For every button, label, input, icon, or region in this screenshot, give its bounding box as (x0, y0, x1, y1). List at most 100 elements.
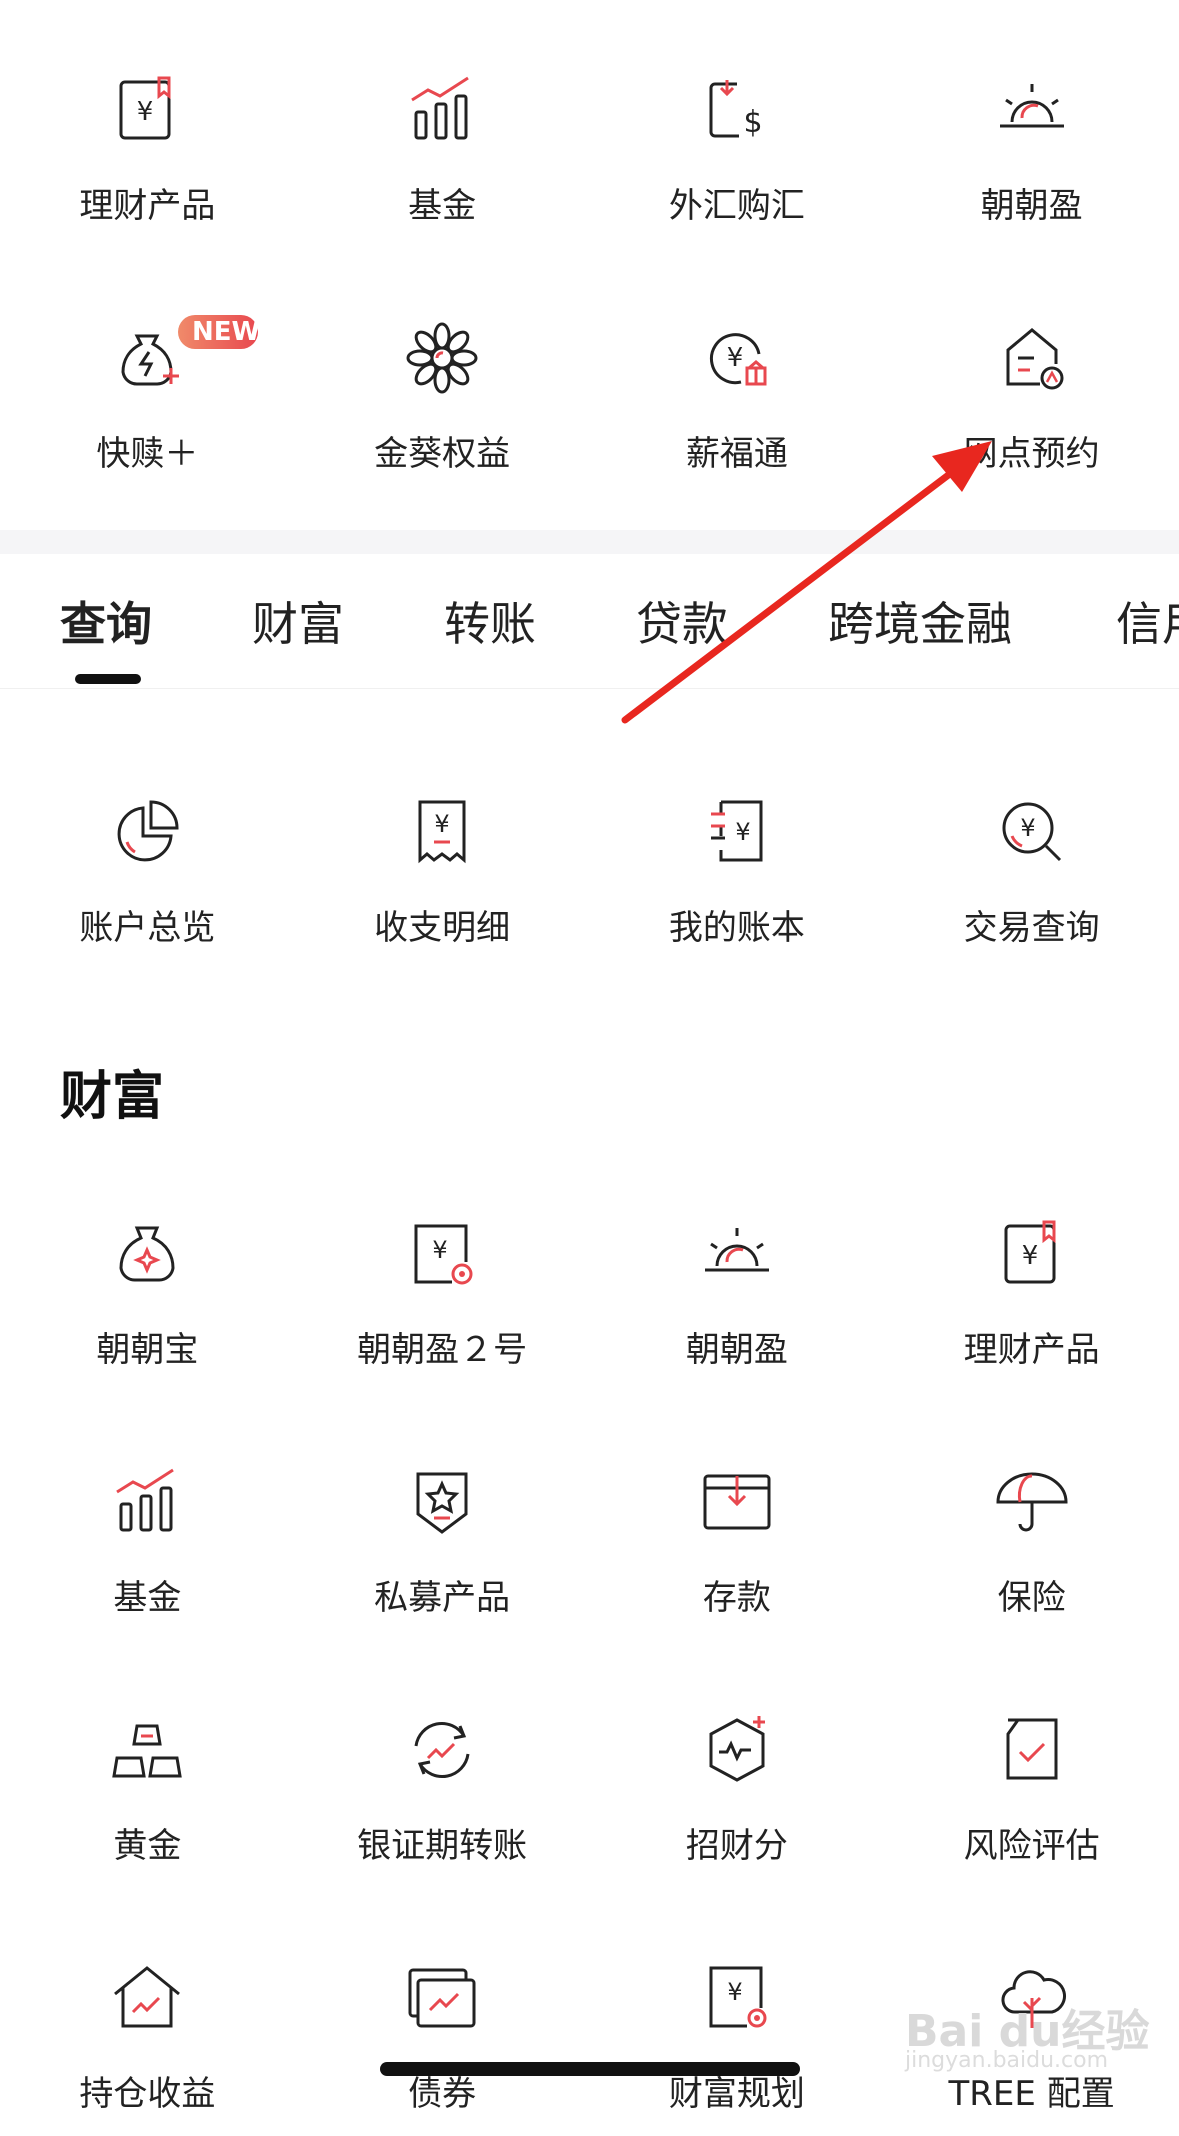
wealth-item-label: 朝朝宝 (96, 1330, 199, 1370)
planning-doc-icon: ¥ (697, 1958, 777, 2038)
wealth-item[interactable]: 基金 (0, 1392, 295, 1640)
salary-icon: ¥ (697, 318, 777, 398)
shortcut-label: 金葵权益 (374, 434, 511, 474)
money-bag-icon (107, 1214, 187, 1294)
home-indicator[interactable] (380, 2062, 800, 2076)
sunrise-icon (697, 1214, 777, 1294)
tab-loan[interactable]: 贷款 (636, 588, 728, 654)
wealth-item[interactable]: 朝朝宝 (0, 1144, 295, 1392)
query-income-expense[interactable]: ¥ 收支明细 (295, 722, 590, 970)
wealth-item-label: 朝朝盈２号 (357, 1330, 528, 1370)
wealth-item-label: 朝朝盈 (685, 1330, 788, 1370)
wealth-item-label: 存款 (702, 1578, 771, 1618)
tab-credit[interactable]: 信用 (1116, 588, 1179, 654)
wealth-item[interactable]: 招财分 (590, 1640, 885, 1888)
wealth-item[interactable]: ¥ 理财产品 (884, 1144, 1179, 1392)
wealth-items: 朝朝宝 ¥ 朝朝盈２号 朝朝盈 ¥ 理财产品 基金 私募产品 存款 保险 黄金 … (0, 1144, 1179, 2136)
section-title-wealth: 财富 (60, 1067, 165, 1127)
shortcut-branch-booking[interactable]: 网点预约 (884, 248, 1179, 496)
shortcut-forex[interactable]: $ 外汇购汇 (590, 0, 885, 248)
wealth-item[interactable]: 私募产品 (295, 1392, 590, 1640)
shortcut-wealth-product[interactable]: ¥ 理财产品 (0, 0, 295, 248)
wealth-item-label: 招财分 (685, 1826, 788, 1866)
svg-text:¥: ¥ (727, 343, 744, 373)
gold-bars-icon (107, 1710, 187, 1790)
wealth-item-label: TREE 配置 (948, 2074, 1115, 2114)
wealth-item-label: 持仓收益 (79, 2074, 216, 2114)
wealth-product-icon: ¥ (107, 70, 187, 150)
query-label: 我的账本 (668, 908, 805, 948)
shortcut-label: 薪福通 (685, 434, 788, 474)
category-tabs: 查询 财富 转账 贷款 跨境金融 信用 (0, 554, 1179, 689)
shortcut-zhaozhaoying[interactable]: 朝朝盈 (884, 0, 1179, 248)
check-doc-icon (992, 1710, 1072, 1790)
shortcut-sunflower[interactable]: 金葵权益 (295, 248, 590, 496)
top-shortcuts-row-2: 快赎＋ 金葵权益 ¥ 薪福通 网点预约 (0, 248, 1179, 496)
wealth-item[interactable]: 朝朝盈 (590, 1144, 885, 1392)
fund-chart-icon (107, 1462, 187, 1542)
top-shortcuts-row-1: ¥ 理财产品 基金 $ 外汇购汇 朝朝盈 (0, 0, 1179, 248)
section-divider (0, 530, 1179, 554)
shortcut-label: 朝朝盈 (980, 186, 1083, 226)
bond-ticket-icon (402, 1958, 482, 2038)
query-label: 收支明细 (374, 908, 511, 948)
wealth-item-label: 理财产品 (963, 1330, 1100, 1370)
svg-text:¥: ¥ (735, 818, 750, 846)
wealth-item-label: 黄金 (113, 1826, 182, 1866)
query-my-ledger[interactable]: ¥ 我的账本 (590, 722, 885, 970)
wealth-item-label: 保险 (997, 1578, 1066, 1618)
branch-booking-icon (992, 318, 1072, 398)
svg-text:¥: ¥ (1021, 1241, 1038, 1271)
tab-cross-border[interactable]: 跨境金融 (828, 588, 1012, 654)
wealth-item[interactable]: ¥ 朝朝盈２号 (295, 1144, 590, 1392)
wealth-item-label: 基金 (113, 1578, 182, 1618)
wealth-item[interactable]: 风险评估 (884, 1640, 1179, 1888)
star-shield-icon (402, 1462, 482, 1542)
hexagon-pulse-icon (697, 1710, 777, 1790)
pie-chart-icon (107, 792, 187, 872)
wealth-item[interactable]: 黄金 (0, 1640, 295, 1888)
svg-text:¥: ¥ (432, 1236, 447, 1264)
shortcut-label: 网点预约 (963, 434, 1100, 474)
wealth-item[interactable]: ¥ 财富规划 (590, 1888, 885, 2136)
wealth-item[interactable]: 银证期转账 (295, 1640, 590, 1888)
active-tab-indicator (75, 674, 141, 684)
quick-redeem-icon (107, 318, 187, 398)
shortcut-fund[interactable]: 基金 (295, 0, 590, 248)
forex-icon: $ (697, 70, 777, 150)
watermark-url: jingyan.baidu.com (905, 2048, 1109, 2073)
tab-wealth[interactable]: 财富 (252, 588, 344, 654)
shortcut-label: 快赎＋ (96, 434, 199, 474)
svg-text:¥: ¥ (727, 1978, 742, 2006)
wealth-product-icon: ¥ (992, 1214, 1072, 1294)
query-items: 账户总览 ¥ 收支明细 ¥ 我的账本 ¥ 交易查询 (0, 722, 1179, 970)
wealth-item[interactable]: 存款 (590, 1392, 885, 1640)
shortcut-salary[interactable]: ¥ 薪福通 (590, 248, 885, 496)
sunrise-icon (992, 70, 1072, 150)
sunflower-icon (402, 318, 482, 398)
tab-query[interactable]: 查询 (60, 588, 152, 654)
shortcut-quick-redeem[interactable]: 快赎＋ (0, 248, 295, 496)
tab-transfer[interactable]: 转账 (444, 588, 536, 654)
svg-text:¥: ¥ (137, 97, 154, 127)
wealth-item[interactable]: 保险 (884, 1392, 1179, 1640)
receipt-icon: ¥ (402, 792, 482, 872)
cycle-arrow-icon (402, 1710, 482, 1790)
deposit-box-icon (697, 1462, 777, 1542)
umbrella-icon (992, 1462, 1072, 1542)
wealth-item-label: 私募产品 (374, 1578, 511, 1618)
wealth-item[interactable]: 持仓收益 (0, 1888, 295, 2136)
wealth-item[interactable]: 债券 (295, 1888, 590, 2136)
search-yuan-icon: ¥ (992, 792, 1072, 872)
yuan-doc-icon: ¥ (402, 1214, 482, 1294)
query-transaction-search[interactable]: ¥ 交易查询 (884, 722, 1179, 970)
wealth-item-label: 银证期转账 (357, 1826, 528, 1866)
shortcut-label: 理财产品 (79, 186, 216, 226)
query-account-overview[interactable]: 账户总览 (0, 722, 295, 970)
wealth-item-label: 风险评估 (963, 1826, 1100, 1866)
new-badge: NEW (178, 315, 260, 349)
fund-chart-icon (402, 70, 482, 150)
ledger-icon: ¥ (697, 792, 777, 872)
svg-text:$: $ (743, 105, 762, 140)
query-label: 交易查询 (963, 908, 1100, 948)
